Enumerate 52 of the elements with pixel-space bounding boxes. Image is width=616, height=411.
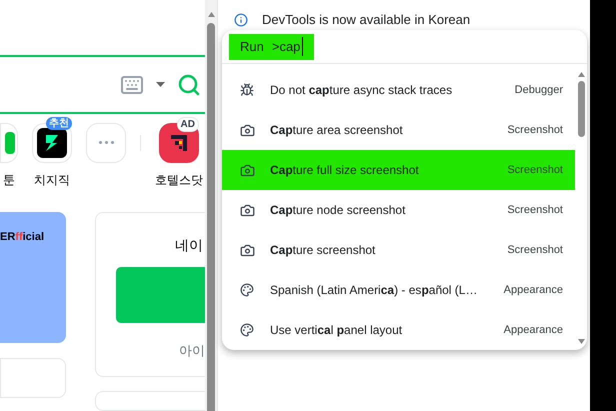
command-title: Capture node screenshot	[270, 202, 406, 219]
webtoon-app-icon[interactable]	[0, 122, 18, 163]
page-scrollbar[interactable]	[205, 0, 217, 411]
notice-text: DevTools is now available in Korean	[262, 11, 470, 29]
promo-card[interactable]: ERfficial	[0, 212, 66, 344]
camera-icon	[240, 242, 255, 258]
bug-icon	[240, 83, 254, 97]
content-card	[0, 358, 66, 398]
card-title: 네이	[175, 236, 204, 254]
query-text: >cap	[272, 36, 304, 56]
scroll-up-icon[interactable]	[578, 72, 584, 77]
command-item[interactable]: Do not capture async stack traces Debugger	[222, 70, 575, 110]
command-item[interactable]: Capture full size screenshot Screenshot	[222, 150, 575, 190]
command-title: Capture screenshot	[270, 242, 376, 259]
app-label: 호텔스닷	[155, 172, 203, 189]
info-icon	[234, 12, 248, 27]
command-title: Spanish (Latin America) - español (L…	[270, 282, 478, 299]
command-category: Appearance	[504, 282, 563, 298]
command-category: Screenshot	[507, 202, 563, 218]
menu-scrollbar-thumb[interactable]	[578, 81, 584, 137]
command-item[interactable]: Capture screenshot Screenshot	[222, 230, 575, 270]
command-category: Screenshot	[507, 242, 563, 258]
camera-icon	[240, 122, 255, 138]
command-title: Capture area screenshot	[270, 122, 404, 139]
scrollbar-thumb[interactable]	[207, 23, 215, 411]
command-item[interactable]: Capture node screenshot Screenshot	[222, 190, 575, 230]
command-item[interactable]: Capture area screenshot Screenshot	[222, 110, 575, 150]
app-label: 툰	[3, 172, 15, 189]
app-label: 치지직	[34, 172, 70, 189]
command-item[interactable]: Spanish (Latin America) - español (L… Appearance	[222, 270, 575, 310]
command-item[interactable]: Use vertical panel layout Appearance	[222, 310, 575, 350]
search-icon[interactable]	[177, 72, 201, 97]
scroll-down-icon[interactable]	[578, 339, 584, 344]
run-label: Run	[240, 38, 264, 56]
card-link[interactable]: 아이	[179, 341, 205, 361]
command-title: Use vertical panel layout	[270, 322, 404, 339]
command-input[interactable]: Run >cap	[229, 34, 314, 60]
command-title: Do not capture async stack traces	[270, 82, 454, 99]
command-title: Capture full size screenshot	[270, 162, 420, 179]
command-category: Debugger	[514, 82, 563, 98]
promo-text: ERfficial	[0, 231, 44, 244]
command-category: Screenshot	[507, 122, 563, 138]
app-badge: AD	[176, 116, 199, 132]
caret-icon[interactable]	[156, 82, 165, 88]
scroll-up-icon[interactable]	[208, 12, 214, 17]
app-badge: 추천	[46, 116, 72, 130]
command-category: Screenshot	[507, 162, 563, 178]
command-category: Appearance	[504, 322, 563, 338]
palette-icon	[240, 283, 254, 297]
palette-icon	[240, 323, 254, 337]
camera-icon	[240, 162, 255, 178]
camera-icon	[240, 202, 255, 218]
